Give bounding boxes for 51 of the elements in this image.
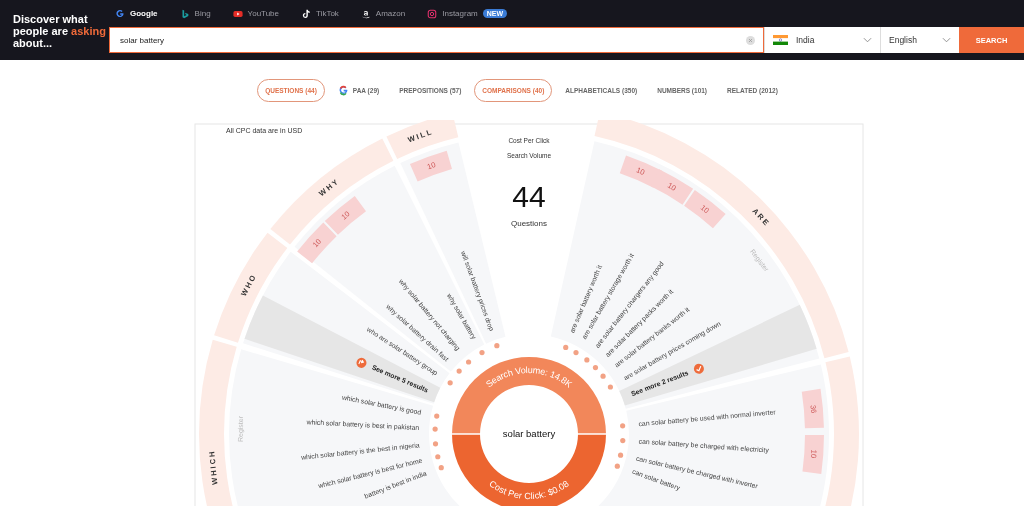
country-select[interactable]: India: [764, 27, 880, 53]
google-g-icon: [115, 8, 125, 19]
google-g-icon: [337, 84, 349, 96]
volume-dot: [573, 350, 579, 356]
check-circle-icon: [693, 363, 704, 374]
volume-pill: [409, 150, 452, 182]
volume-dot: [620, 423, 626, 429]
question-count-label: Questions: [511, 219, 547, 228]
search-engine-tab[interactable]: YouTube: [232, 8, 279, 19]
site-tagline: Discover what people are asking about...: [12, 12, 107, 51]
search-engine-tab[interactable]: Bing: [179, 8, 211, 19]
play-button-icon: [232, 8, 243, 19]
volume-dot: [494, 343, 500, 349]
search-engine-tab[interactable]: TikTok: [301, 8, 339, 19]
volume-dot: [435, 454, 441, 460]
flag-icon: [773, 35, 788, 45]
volume-pill: [801, 388, 824, 429]
volume-dot: [563, 344, 569, 351]
volume-pill: [650, 169, 694, 205]
volume-dot: [466, 359, 472, 365]
volume-pill: [684, 190, 726, 229]
volume-dot: [584, 357, 590, 363]
volume-pill: [324, 195, 366, 235]
volume-dot: [607, 384, 613, 390]
chevron-down-icon: [863, 37, 872, 43]
volume-dot: [600, 373, 606, 379]
language-select[interactable]: English: [880, 27, 959, 53]
clear-icon[interactable]: [746, 35, 755, 45]
search-engine-tab[interactable]: Google: [115, 8, 158, 19]
keyword-label: solar battery: [502, 427, 556, 439]
camera-icon: [427, 8, 438, 19]
volume-pill: [802, 434, 824, 475]
volume-dot: [618, 452, 624, 458]
volume-pill: [297, 222, 337, 264]
search-field[interactable]: solar battery: [109, 27, 764, 53]
volume-dot: [479, 350, 485, 356]
search-engine-tab[interactable]: Amazon: [360, 8, 406, 19]
volume-dot: [434, 413, 440, 419]
volume-dot: [432, 426, 438, 432]
chevron-down-icon: [942, 37, 951, 43]
volume-dot: [614, 463, 620, 469]
volume-dot: [620, 437, 626, 444]
volume-dot: [432, 441, 439, 447]
volume-dot: [456, 368, 462, 374]
question-count: 44: [512, 180, 546, 213]
cost-per-click-label: Cost Per Click: $0.08: [487, 478, 571, 502]
music-note-icon: [301, 8, 311, 19]
arrow-circle-icon: [356, 357, 367, 368]
volume-dot: [592, 364, 599, 371]
volume-dot: [447, 380, 453, 386]
volume-dot: [438, 465, 444, 471]
